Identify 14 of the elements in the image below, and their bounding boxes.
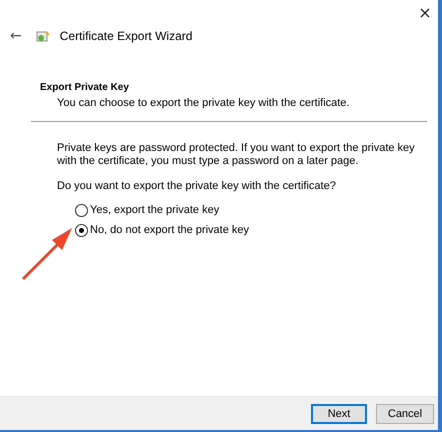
radio-button[interactable]	[75, 204, 88, 216]
close-button[interactable]: ×	[412, 0, 438, 24]
back-button[interactable]: ←	[4, 28, 28, 44]
dialog-button[interactable]: Next	[311, 404, 367, 424]
section-subtitle: You can choose to export the private key with the certificate.	[56, 97, 350, 109]
window-title: Certificate Export Wizard	[60, 29, 192, 43]
question-text: Do you want to export the private key with the certificate?	[57, 180, 337, 193]
dialog-button[interactable]: Cancel	[376, 404, 434, 424]
certificate-icon	[36, 29, 52, 43]
option-label[interactable]: Yes, export the private key	[90, 204, 220, 216]
section-title: Export Private Key	[40, 82, 130, 93]
info-text: Private keys are password protected. If you want to export the private key with the certificate, you must type a password on a later page.	[57, 142, 416, 168]
option-label[interactable]: No, do not export the private key	[90, 224, 249, 236]
radio-button[interactable]	[75, 224, 88, 236]
